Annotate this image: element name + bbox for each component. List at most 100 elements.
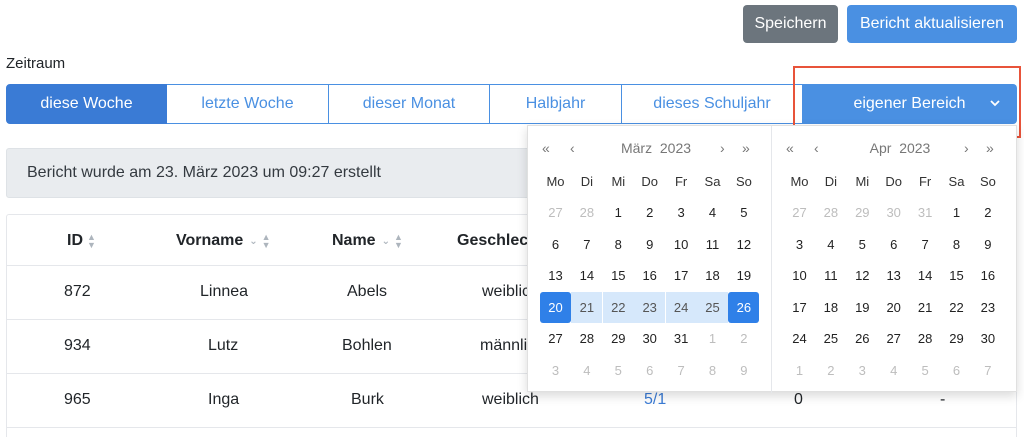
calendar-day[interactable]: 19	[847, 292, 878, 323]
calendar-day[interactable]: 31	[666, 323, 697, 354]
cell-link[interactable]: 5/1	[644, 391, 666, 409]
calendar-day[interactable]: 6	[634, 355, 665, 386]
calendar-day[interactable]: 7	[571, 229, 602, 260]
next-month-icon[interactable]: ›	[964, 140, 969, 156]
calendar-day[interactable]: 23	[634, 291, 666, 323]
calendar-day[interactable]: 5	[910, 355, 941, 386]
tab-last-week[interactable]: letzte Woche	[167, 84, 329, 124]
calendar-day[interactable]: 10	[784, 260, 815, 291]
calendar-day[interactable]: 9	[634, 229, 665, 260]
calendar-day[interactable]: 11	[815, 260, 846, 291]
calendar-day[interactable]: 25	[815, 323, 846, 354]
calendar-day[interactable]: 6	[941, 355, 972, 386]
calendar-day[interactable]: 28	[815, 197, 846, 228]
calendar-day[interactable]: 27	[878, 323, 909, 354]
chevron-down-icon[interactable]: ⌄	[382, 236, 390, 247]
column-header-vorname[interactable]: Vorname ⌄ ▲ ▼	[176, 232, 271, 250]
tab-half-year[interactable]: Halbjahr	[490, 84, 622, 124]
month-title[interactable]: Apr 2023	[784, 140, 1016, 156]
calendar-day[interactable]: 6	[878, 229, 909, 260]
calendar-day[interactable]: 8	[603, 229, 634, 260]
tab-school-year[interactable]: dieses Schuljahr	[622, 84, 803, 124]
sort-icon[interactable]: ▲ ▼	[87, 233, 96, 250]
calendar-day[interactable]: 4	[815, 229, 846, 260]
calendar-day[interactable]: 22	[941, 292, 972, 323]
calendar-day[interactable]: 15	[941, 260, 972, 291]
sort-icon[interactable]: ▲ ▼	[262, 233, 271, 250]
calendar-day[interactable]: 18	[697, 260, 728, 291]
calendar-day[interactable]: 25	[697, 291, 728, 323]
calendar-day[interactable]: 10	[666, 229, 697, 260]
calendar-day[interactable]: 28	[571, 323, 602, 354]
calendar-day[interactable]: 17	[666, 260, 697, 291]
calendar-day[interactable]: 1	[603, 197, 634, 228]
next-year-icon[interactable]: »	[742, 140, 750, 156]
calendar-day[interactable]: 1	[784, 355, 815, 386]
calendar-day[interactable]: 3	[847, 355, 878, 386]
calendar-day[interactable]: 16	[972, 260, 1003, 291]
sort-icon[interactable]: ▲ ▼	[394, 233, 403, 250]
save-button[interactable]: Speichern	[743, 5, 838, 43]
calendar-day[interactable]: 24	[784, 323, 815, 354]
calendar-day[interactable]: 12	[847, 260, 878, 291]
calendar-day[interactable]: 8	[941, 229, 972, 260]
calendar-day[interactable]: 21	[910, 292, 941, 323]
calendar-day[interactable]: 1	[697, 323, 728, 354]
calendar-day[interactable]: 4	[697, 197, 728, 228]
tab-this-week[interactable]: diese Woche	[6, 84, 167, 124]
calendar-day[interactable]: 29	[847, 197, 878, 228]
calendar-day[interactable]: 20	[878, 292, 909, 323]
calendar-day[interactable]: 7	[666, 355, 697, 386]
calendar-day[interactable]: 23	[972, 292, 1003, 323]
chevron-down-icon[interactable]: ⌄	[249, 236, 257, 247]
calendar-day[interactable]: 4	[878, 355, 909, 386]
calendar-day[interactable]: 14	[910, 260, 941, 291]
calendar-day[interactable]: 26	[728, 291, 760, 323]
calendar-day[interactable]: 24	[665, 291, 697, 323]
calendar-day[interactable]: 30	[972, 323, 1003, 354]
next-year-icon[interactable]: »	[986, 140, 994, 156]
calendar-day[interactable]: 29	[941, 323, 972, 354]
calendar-day[interactable]: 21	[571, 291, 603, 323]
next-month-icon[interactable]: ›	[720, 140, 725, 156]
calendar-day[interactable]: 16	[634, 260, 665, 291]
tab-this-month[interactable]: dieser Monat	[329, 84, 490, 124]
calendar-day[interactable]: 14	[571, 260, 602, 291]
calendar-day[interactable]: 15	[603, 260, 634, 291]
calendar-day[interactable]: 5	[603, 355, 634, 386]
calendar-day[interactable]: 19	[728, 260, 759, 291]
column-header-geschlecht[interactable]: Geschlech	[457, 232, 538, 250]
calendar-day[interactable]: 8	[697, 355, 728, 386]
calendar-day[interactable]: 30	[634, 323, 665, 354]
column-header-id[interactable]: ID ▲ ▼	[67, 232, 96, 250]
calendar-day[interactable]: 20	[540, 291, 571, 323]
calendar-day[interactable]: 18	[815, 292, 846, 323]
calendar-day[interactable]: 5	[728, 197, 759, 228]
calendar-day[interactable]: 7	[972, 355, 1003, 386]
calendar-day[interactable]: 26	[847, 323, 878, 354]
calendar-day[interactable]: 17	[784, 292, 815, 323]
calendar-day[interactable]: 30	[878, 197, 909, 228]
month-title[interactable]: März 2023	[540, 140, 772, 156]
calendar-day[interactable]: 6	[540, 229, 571, 260]
calendar-day[interactable]: 4	[571, 355, 602, 386]
calendar-day[interactable]: 11	[697, 229, 728, 260]
calendar-day[interactable]: 9	[728, 355, 759, 386]
calendar-day[interactable]: 2	[634, 197, 665, 228]
calendar-day[interactable]: 12	[728, 229, 759, 260]
calendar-day[interactable]: 3	[666, 197, 697, 228]
calendar-day[interactable]: 27	[784, 197, 815, 228]
column-header-name[interactable]: Name ⌄ ▲ ▼	[332, 232, 403, 250]
calendar-day[interactable]: 22	[602, 291, 634, 323]
calendar-day[interactable]: 28	[571, 197, 602, 228]
calendar-day[interactable]: 27	[540, 323, 571, 354]
calendar-day[interactable]: 31	[910, 197, 941, 228]
update-report-button[interactable]: Bericht aktualisieren	[847, 5, 1017, 43]
calendar-day[interactable]: 2	[728, 323, 759, 354]
calendar-day[interactable]: 13	[878, 260, 909, 291]
calendar-day[interactable]: 29	[603, 323, 634, 354]
calendar-day[interactable]: 1	[941, 197, 972, 228]
calendar-day[interactable]: 3	[784, 229, 815, 260]
calendar-day[interactable]: 13	[540, 260, 571, 291]
calendar-day[interactable]: 28	[910, 323, 941, 354]
